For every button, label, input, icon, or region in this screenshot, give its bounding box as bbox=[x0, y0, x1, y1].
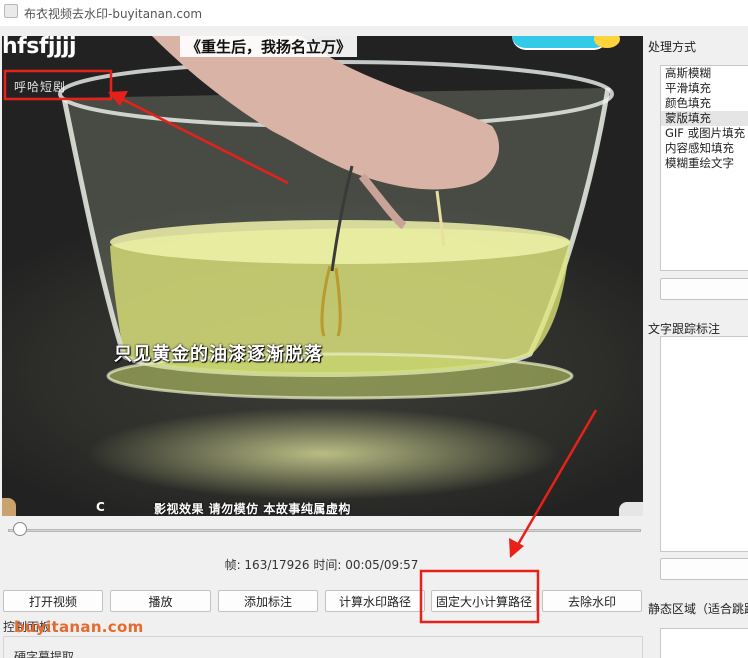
drama-title: 《重生后，我扬名立万》 bbox=[180, 36, 358, 57]
app-icon bbox=[4, 4, 18, 18]
video-frame-illustration bbox=[58, 36, 614, 400]
control-panel-group bbox=[3, 636, 643, 658]
disclaimer-text: 影视效果 请勿模仿 本故事纯属虚构 bbox=[154, 502, 351, 516]
top-overlay-text: hfsfjjjj bbox=[2, 36, 77, 59]
method-item-mask-fill[interactable]: 蒙版填充 bbox=[661, 111, 748, 126]
window-title: 布衣视频去水印-buyitanan.com bbox=[24, 7, 203, 21]
tracking-label: 文字跟踪标注 bbox=[648, 322, 721, 336]
method-list[interactable]: 高斯模糊 平滑填充 颜色填充 蒙版填充 GIF 或图片填充 内容感知填充 模糊重… bbox=[660, 65, 748, 271]
static-region-label: 静态区域（适合跳跃 bbox=[648, 602, 748, 616]
compute-watermark-path-button[interactable]: 计算水印路径 bbox=[325, 590, 425, 612]
seek-slider-handle[interactable] bbox=[12, 522, 27, 536]
fixed-size-path-button[interactable]: 固定大小计算路径 bbox=[431, 590, 537, 612]
bottom-letter: C bbox=[96, 500, 105, 514]
title-bar: 布衣视频去水印-buyitanan.com bbox=[0, 0, 748, 26]
frame-time-status: 帧: 163/17926 时间: 00:05/09:57 bbox=[224, 558, 419, 572]
add-marker-button[interactable]: 添加标注 bbox=[218, 590, 318, 612]
play-button[interactable]: 播放 bbox=[110, 590, 211, 612]
method-item-smooth-fill[interactable]: 平滑填充 bbox=[661, 81, 748, 96]
arrow-to-button-head bbox=[509, 538, 524, 558]
method-label: 处理方式 bbox=[648, 40, 697, 54]
seek-slider-track[interactable] bbox=[8, 529, 641, 532]
watermark-text: 呼哈短剧 bbox=[14, 80, 67, 94]
static-region-list[interactable] bbox=[660, 628, 748, 658]
tracking-action-button[interactable] bbox=[660, 558, 748, 580]
method-item-gaussian-blur[interactable]: 高斯模糊 bbox=[661, 66, 748, 81]
video-preview[interactable]: hfsfjjjj 《重生后，我扬名立万》 呼哈短剧 只见黄金的油漆逐渐脱落 C … bbox=[2, 36, 643, 516]
method-item-blur-redraw-text[interactable]: 模糊重绘文字 bbox=[661, 156, 748, 171]
hard-subtitle-tab[interactable]: 硬字幕提取 bbox=[14, 648, 74, 658]
tracking-list[interactable] bbox=[660, 336, 748, 552]
method-apply-button[interactable] bbox=[660, 278, 748, 300]
method-item-color-fill[interactable]: 颜色填充 bbox=[661, 96, 748, 111]
remove-watermark-button[interactable]: 去除水印 bbox=[542, 590, 642, 612]
corner-badge bbox=[619, 502, 643, 516]
video-subtitle: 只见黄金的油漆逐渐脱落 bbox=[114, 344, 323, 365]
corner-thumbnail bbox=[2, 498, 16, 516]
site-watermark: buyitanan.com bbox=[14, 618, 144, 636]
method-item-content-aware-fill[interactable]: 内容感知填充 bbox=[661, 141, 748, 156]
method-item-gif-image-fill[interactable]: GIF 或图片填充 bbox=[661, 126, 748, 141]
open-video-button[interactable]: 打开视频 bbox=[3, 590, 103, 612]
